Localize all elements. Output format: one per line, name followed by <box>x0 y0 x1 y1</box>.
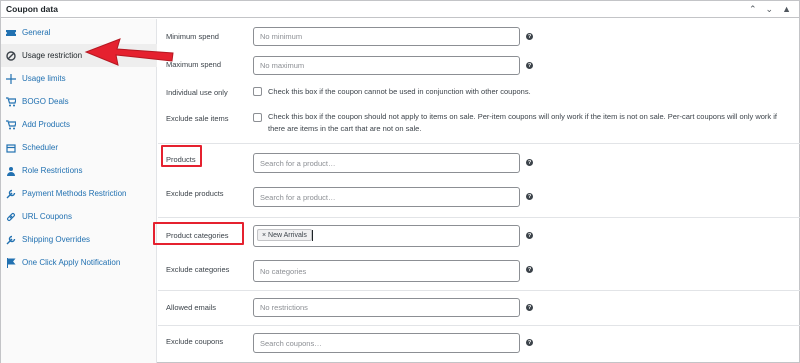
chevron-down-icon[interactable]: ⌄ <box>766 3 774 15</box>
flag-icon <box>6 257 16 268</box>
help-icon[interactable]: ? <box>526 339 533 346</box>
product-categories-input[interactable]: × New Arrivals <box>253 225 520 247</box>
exclude-sale-items-checkbox[interactable] <box>253 113 262 122</box>
exclude-sale-items-label: Exclude sale items <box>166 114 229 123</box>
tab-shipping-overrides[interactable]: Shipping Overrides <box>1 228 157 251</box>
help-icon[interactable]: ? <box>526 304 533 311</box>
allowed-emails-input[interactable]: No restrictions <box>253 298 520 317</box>
panel-header: Coupon data ⌃ ⌄ ▲ <box>1 1 799 18</box>
tab-role-restrictions[interactable]: Role Restrictions <box>1 159 157 182</box>
cart-icon <box>6 96 16 107</box>
annotation-arrow <box>84 38 174 66</box>
tab-label: General <box>22 28 51 37</box>
category-tag-new-arrivals[interactable]: × New Arrivals <box>257 229 312 241</box>
plus-cross-icon <box>6 73 16 84</box>
block-icon <box>6 50 16 61</box>
exclude-products-label: Exclude products <box>166 189 224 198</box>
tab-label: Usage limits <box>22 74 66 83</box>
help-icon[interactable]: ? <box>526 33 533 40</box>
exclude-coupons-search-input[interactable]: Search coupons… <box>253 333 520 353</box>
exclude-products-search-input[interactable]: Search for a product… <box>253 187 520 207</box>
chevron-up-icon[interactable]: ⌃ <box>749 3 757 15</box>
tab-label: BOGO Deals <box>22 97 69 106</box>
usage-restriction-form: Minimum spend No minimum ? Maximum spend… <box>158 19 800 363</box>
maximum-spend-input[interactable]: No maximum <box>253 56 520 75</box>
individual-use-label: Individual use only <box>166 88 228 97</box>
tab-one-click-apply-notification[interactable]: One Click Apply Notification <box>1 251 157 274</box>
exclude-sale-description-line2: there are items in the cart that are not… <box>268 124 422 133</box>
products-highlight-box <box>161 145 202 167</box>
exclude-sale-description-line1: Check this box if the coupon should not … <box>268 112 777 121</box>
calendar-icon <box>6 143 16 153</box>
tab-scheduler[interactable]: Scheduler <box>1 136 157 159</box>
section-divider <box>158 217 800 218</box>
section-divider <box>158 325 800 326</box>
tab-add-products[interactable]: Add Products <box>1 113 157 136</box>
coupon-tabs-sidebar: General Usage restriction Usage limits B… <box>1 19 157 363</box>
exclude-coupons-label: Exclude coupons <box>166 337 224 346</box>
exclude-categories-input[interactable]: No categories <box>253 260 520 282</box>
product-categories-highlight-box <box>153 222 244 245</box>
person-icon <box>6 166 16 176</box>
tab-label: Scheduler <box>22 143 59 152</box>
exclude-categories-label: Exclude categories <box>166 265 230 274</box>
tab-label: Add Products <box>22 120 71 129</box>
allowed-emails-label: Allowed emails <box>166 303 217 312</box>
header-controls: ⌃ ⌄ ▲ <box>749 3 791 15</box>
help-icon[interactable]: ? <box>526 193 533 200</box>
tab-label: Shipping Overrides <box>22 235 91 244</box>
tab-label: Usage restriction <box>22 51 83 60</box>
section-divider <box>158 290 800 291</box>
ticket-icon <box>6 28 16 38</box>
individual-use-description: Check this box if the coupon cannot be u… <box>268 87 531 96</box>
tab-label: URL Coupons <box>22 212 72 221</box>
help-icon[interactable]: ? <box>526 62 533 69</box>
tab-url-coupons[interactable]: URL Coupons <box>1 205 157 228</box>
tab-label: Payment Methods Restriction <box>22 189 127 198</box>
help-icon[interactable]: ? <box>526 159 533 166</box>
help-icon[interactable]: ? <box>526 266 533 273</box>
cart-icon <box>6 119 16 130</box>
tab-payment-methods-restriction[interactable]: Payment Methods Restriction <box>1 182 157 205</box>
tab-label: Role Restrictions <box>22 166 83 175</box>
link-icon <box>6 212 16 222</box>
individual-use-checkbox[interactable] <box>253 87 262 96</box>
help-icon[interactable]: ? <box>526 232 533 239</box>
minimum-spend-input[interactable]: No minimum <box>253 27 520 46</box>
tab-usage-limits[interactable]: Usage limits <box>1 67 157 90</box>
wrench-icon <box>6 235 16 245</box>
section-divider <box>158 143 800 144</box>
tab-label: One Click Apply Notification <box>22 258 121 267</box>
wrench-icon <box>6 189 16 199</box>
panel-title: Coupon data <box>6 4 58 14</box>
products-search-input[interactable]: Search for a product… <box>253 153 520 173</box>
tab-bogo-deals[interactable]: BOGO Deals <box>1 90 157 113</box>
text-cursor <box>312 230 313 241</box>
caret-up-icon[interactable]: ▲ <box>782 3 791 15</box>
